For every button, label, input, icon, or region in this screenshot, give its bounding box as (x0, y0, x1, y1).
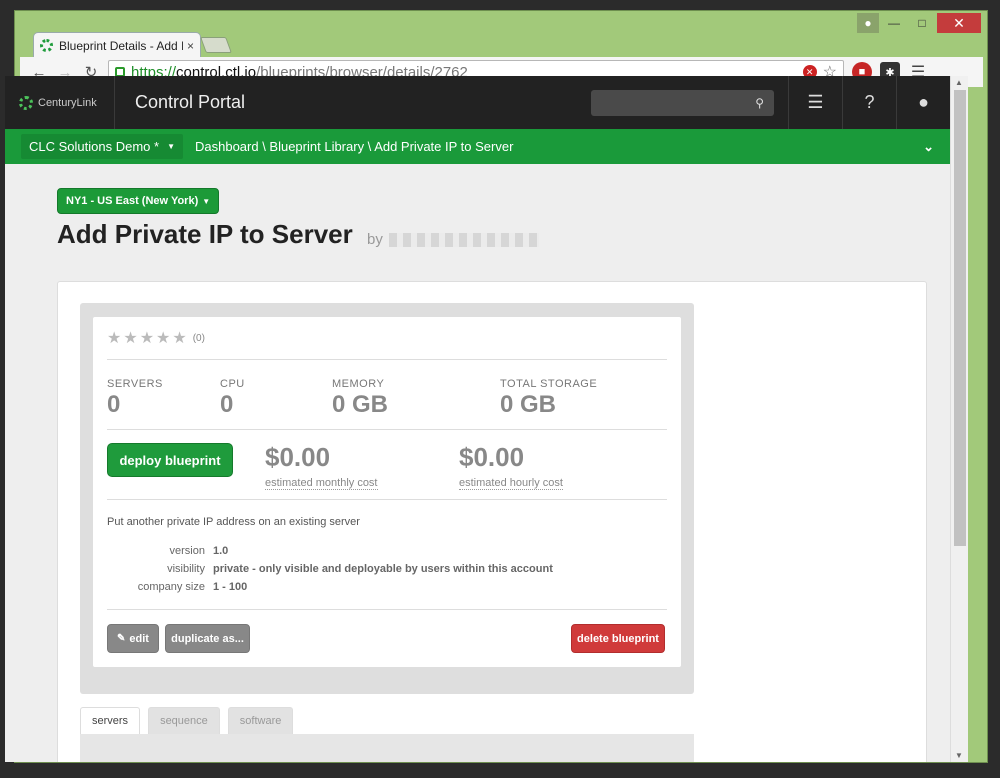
redacted-author (388, 232, 539, 247)
portal-header: CenturyLink Control Portal ⚲ ☰ ? ● (5, 76, 950, 129)
edit-button[interactable]: ✎ edit (107, 624, 159, 653)
logo-text: CenturyLink (38, 96, 97, 109)
deploy-blueprint-button[interactable]: deploy blueprint (107, 443, 233, 477)
star-icon[interactable]: ★ (172, 328, 186, 348)
blueprint-description: Put another private IP address on an exi… (107, 516, 360, 528)
meta-value: 1 - 100 (213, 581, 248, 593)
blueprint-meta: version 1.0 visibility private - only vi… (107, 542, 667, 596)
blueprint-summary-card: ★ ★ ★ ★ ★ (0) SERVERS 0 CPU 0 MEMORY 0 G… (93, 317, 681, 667)
hourly-cost: $0.00 estimated hourly cost (459, 442, 563, 491)
servers-menu-icon[interactable]: ☰ (788, 76, 842, 129)
portal-title: Control Portal (135, 92, 246, 112)
deploy-row: deploy blueprint $0.00 estimated monthly… (107, 430, 667, 500)
scroll-up-icon[interactable]: ▲ (955, 78, 963, 87)
meta-row-visibility: visibility private - only visible and de… (107, 560, 667, 578)
blueprint-summary-wrap: ★ ★ ★ ★ ★ (0) SERVERS 0 CPU 0 MEMORY 0 G… (80, 303, 694, 694)
minimize-button[interactable]: — (881, 13, 907, 33)
close-window-button[interactable]: ✕ (937, 13, 981, 33)
tab-sequence[interactable]: sequence (148, 707, 220, 734)
stat-label: CPU (220, 378, 245, 390)
account-selector[interactable]: CLC Solutions Demo * ▼ (21, 134, 183, 159)
meta-row-company-size: company size 1 - 100 (107, 578, 667, 596)
by-label: by (367, 231, 383, 248)
star-icon[interactable]: ★ (123, 328, 137, 348)
stat-value: 0 GB (500, 391, 557, 418)
tab-close-icon[interactable]: × (187, 39, 194, 53)
blueprint-tabs: servers sequence software (80, 707, 294, 734)
stat-value: 0 (220, 391, 234, 418)
favicon-icon (40, 39, 53, 52)
centurylink-logo[interactable]: CenturyLink (5, 76, 115, 129)
meta-key: version (169, 545, 205, 557)
tab-software[interactable]: software (227, 707, 294, 734)
star-icon[interactable]: ★ (107, 328, 121, 348)
hourly-cost-label: estimated hourly cost (459, 477, 563, 490)
stat-value: 0 GB (332, 391, 389, 418)
star-icon[interactable]: ★ (156, 328, 170, 348)
resource-stats: SERVERS 0 CPU 0 MEMORY 0 GB TOTAL STORAG… (107, 360, 667, 430)
monthly-cost: $0.00 estimated monthly cost (265, 442, 378, 491)
blueprint-panel: ★ ★ ★ ★ ★ (0) SERVERS 0 CPU 0 MEMORY 0 G… (57, 281, 927, 762)
search-icon: ⚲ (755, 95, 764, 110)
scroll-down-icon[interactable]: ▼ (955, 751, 963, 760)
chevron-down-icon[interactable]: ⌄ (923, 139, 934, 155)
scrollbar-thumb[interactable] (954, 90, 966, 546)
stat-cpu: CPU 0 (220, 378, 245, 419)
breadcrumb[interactable]: Dashboard \ Blueprint Library \ Add Priv… (195, 139, 513, 154)
meta-row-version: version 1.0 (107, 542, 667, 560)
edit-icon: ✎ (117, 633, 126, 644)
star-icon[interactable]: ★ (140, 328, 154, 348)
stat-value: 0 (107, 391, 121, 418)
search-input[interactable]: ⚲ (591, 89, 774, 116)
page-title: Add Private IP to Server (57, 219, 353, 249)
hourly-cost-value: $0.00 (459, 442, 525, 472)
tab-servers[interactable]: servers (80, 707, 141, 734)
rating-count: (0) (192, 332, 205, 344)
stat-label: TOTAL STORAGE (500, 378, 598, 390)
region-selector[interactable]: NY1 - US East (New York) ▼ (57, 188, 220, 214)
region-label: NY1 - US East (New York) (66, 195, 199, 207)
star-rating[interactable]: ★ ★ ★ ★ ★ (0) (107, 317, 667, 360)
stat-label: MEMORY (332, 378, 385, 390)
tab-content (80, 734, 694, 762)
tab-title: Blueprint Details - Add Pr (59, 38, 183, 53)
stat-memory: MEMORY 0 GB (332, 378, 388, 419)
browser-tab[interactable]: Blueprint Details - Add Pr × (33, 32, 201, 58)
meta-value: private - only visible and deployable by… (213, 563, 553, 575)
monthly-cost-value: $0.00 (265, 442, 331, 472)
window-controls: ● — □ ✕ (857, 13, 981, 33)
maximize-button[interactable]: □ (909, 13, 935, 33)
user-account-icon[interactable]: ● (896, 76, 950, 129)
stat-label: SERVERS (107, 378, 163, 390)
centurylink-burst-icon (19, 95, 33, 110)
caret-down-icon: ▼ (202, 196, 211, 206)
blueprint-actions: ✎ edit duplicate as... delete blueprint (107, 610, 667, 666)
author-byline: by (367, 231, 539, 248)
stat-total-storage: TOTAL STORAGE 0 GB (500, 378, 597, 419)
edit-label: edit (129, 632, 149, 645)
new-tab-button[interactable] (200, 37, 232, 53)
help-icon[interactable]: ? (842, 76, 896, 129)
meta-value: 1.0 (213, 545, 229, 557)
meta-key: visibility (167, 563, 205, 575)
page-scrollbar[interactable]: ▲ ▼ (950, 76, 968, 762)
account-name: CLC Solutions Demo * (29, 139, 160, 154)
caret-down-icon: ▼ (167, 142, 175, 151)
stat-servers: SERVERS 0 (107, 378, 163, 419)
blueprint-details: Put another private IP address on an exi… (107, 500, 667, 610)
page-viewport: CenturyLink Control Portal ⚲ ☰ ? ● CLC S… (5, 76, 950, 762)
delete-blueprint-button[interactable]: delete blueprint (571, 624, 665, 653)
profile-icon[interactable]: ● (857, 13, 879, 33)
duplicate-button[interactable]: duplicate as... (165, 624, 250, 653)
breadcrumb-bar: CLC Solutions Demo * ▼ Dashboard \ Bluep… (5, 129, 950, 164)
meta-key: company size (137, 581, 205, 593)
monthly-cost-label: estimated monthly cost (265, 477, 378, 490)
